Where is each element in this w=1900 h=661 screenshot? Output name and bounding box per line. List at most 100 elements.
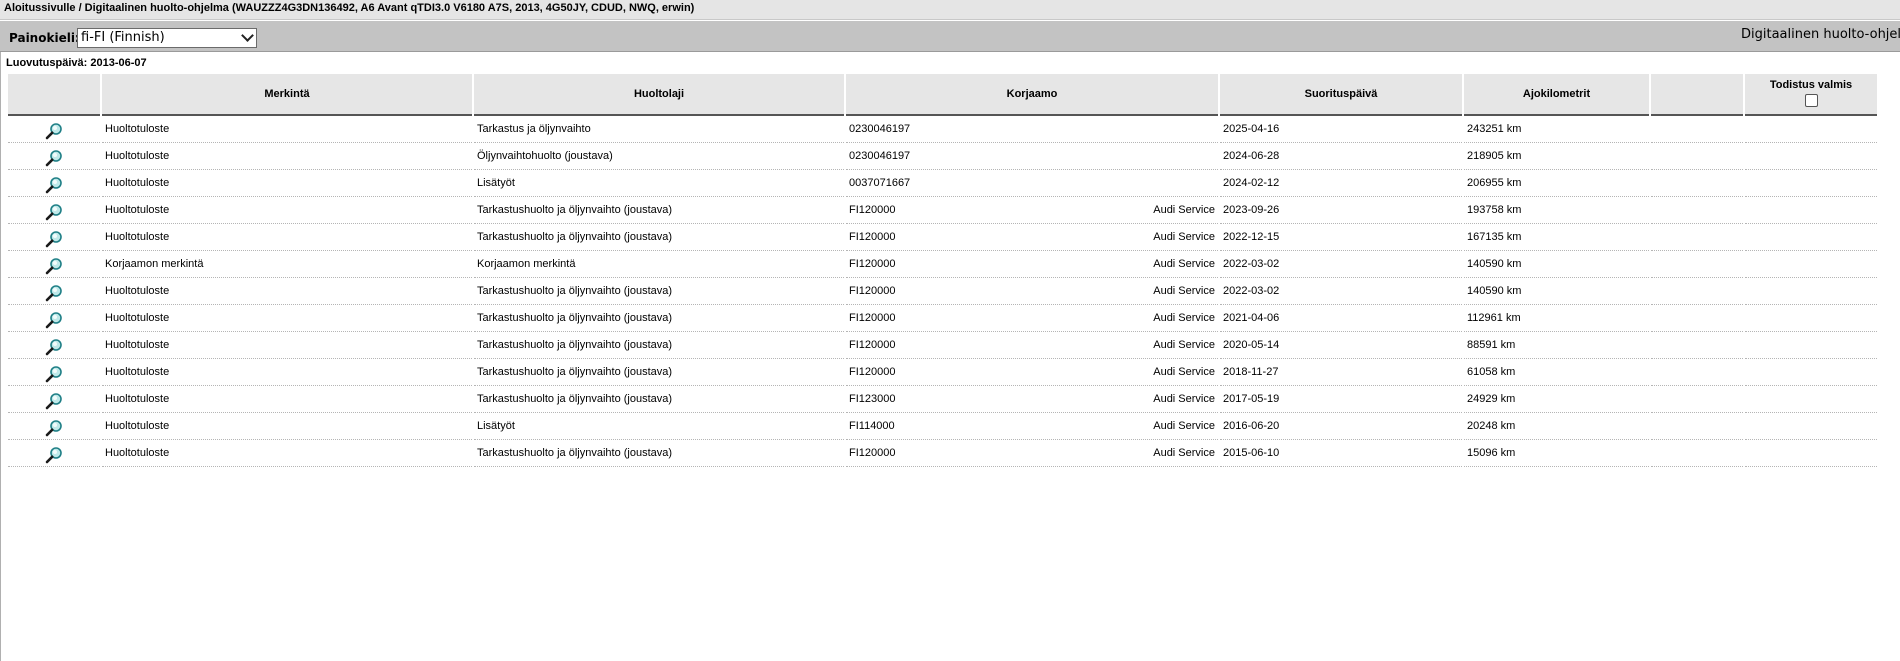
header-suorituspaiva[interactable]: Suorituspäivä xyxy=(1220,74,1462,116)
magnifier-icon[interactable] xyxy=(45,392,63,410)
cell-ajokilometrit: 206955 km xyxy=(1464,170,1649,197)
cell-korjaamo: 0230046197 xyxy=(846,143,1218,170)
cell-merkinta: Huoltotuloste xyxy=(102,386,472,413)
cell-huoltolaji: Tarkastushuolto ja öljynvaihto (joustava… xyxy=(474,197,844,224)
cell-ajokilometrit: 61058 km xyxy=(1464,359,1649,386)
magnifier-icon[interactable] xyxy=(45,203,63,221)
magnifier-icon[interactable] xyxy=(45,257,63,275)
todistus-valmis-checkbox[interactable] xyxy=(1804,93,1818,107)
magnifier-icon[interactable] xyxy=(45,365,63,383)
header-ajokilometrit[interactable]: Ajokilometrit xyxy=(1464,74,1649,116)
cell-korjaamo: FI120000 Audi Service xyxy=(846,251,1218,278)
cell-suorituspaiva: 2022-03-02 xyxy=(1220,251,1462,278)
cell-empty xyxy=(1651,224,1743,251)
cell-empty xyxy=(1651,359,1743,386)
table-row[interactable]: Korjaamon merkintä Korjaamon merkintä FI12… xyxy=(8,251,1877,278)
table-row[interactable]: Huoltotuloste Tarkastushuolto ja öljynvai… xyxy=(8,359,1877,386)
cell-suorituspaiva: 2024-06-28 xyxy=(1220,143,1462,170)
cell-empty xyxy=(1651,170,1743,197)
table-row[interactable]: Huoltotuloste Tarkastushuolto ja öljynvai… xyxy=(8,440,1877,467)
cell-korjaamo: FI123000 Audi Service xyxy=(846,386,1218,413)
cell-merkinta: Huoltotuloste xyxy=(102,278,472,305)
magnifier-icon[interactable] xyxy=(45,284,63,302)
table-row[interactable]: Huoltotuloste Tarkastushuolto ja öljynvai… xyxy=(8,332,1877,359)
breadcrumb-text[interactable]: Aloitussivulle / Digitaalinen huolto-ohj… xyxy=(4,2,694,14)
table-row[interactable]: Huoltotuloste Öljynvaihtohuolto (joustava… xyxy=(8,143,1877,170)
magnifier-icon[interactable] xyxy=(45,149,63,167)
cell-ajokilometrit: 20248 km xyxy=(1464,413,1649,440)
magnifier-icon[interactable] xyxy=(45,176,63,194)
table-row[interactable]: Huoltotuloste Tarkastushuolto ja öljynvai… xyxy=(8,305,1877,332)
korjaamo-name: Audi Service xyxy=(1153,204,1215,216)
korjaamo-name: Audi Service xyxy=(1153,258,1215,270)
view-cell xyxy=(8,440,100,467)
korjaamo-name: Audi Service xyxy=(1153,420,1215,432)
cell-huoltolaji: Lisätyöt xyxy=(474,413,844,440)
view-cell xyxy=(8,251,100,278)
language-select-value: fi-FI (Finnish) xyxy=(81,30,165,45)
cell-todistus xyxy=(1745,170,1877,197)
table-row[interactable]: Huoltotuloste Lisätyöt 0037071667 2024-02-1… xyxy=(8,170,1877,197)
cell-suorituspaiva: 2018-11-27 xyxy=(1220,359,1462,386)
korjaamo-name: Audi Service xyxy=(1153,447,1215,459)
cell-korjaamo: FI120000 Audi Service xyxy=(846,197,1218,224)
magnifier-icon[interactable] xyxy=(45,122,63,140)
korjaamo-code: FI120000 xyxy=(849,204,896,216)
cell-empty xyxy=(1651,413,1743,440)
korjaamo-code: FI123000 xyxy=(849,393,896,405)
cell-todistus xyxy=(1745,332,1877,359)
table-row[interactable]: Huoltotuloste Tarkastus ja öljynvaihto 023… xyxy=(8,116,1877,143)
magnifier-icon[interactable] xyxy=(45,338,63,356)
table-row[interactable]: Huoltotuloste Lisätyöt FI114000 Audi Servic… xyxy=(8,413,1877,440)
korjaamo-code: FI120000 xyxy=(849,312,896,324)
cell-huoltolaji: Tarkastus ja öljynvaihto xyxy=(474,116,844,143)
language-select[interactable]: fi-FI (Finnish) xyxy=(77,28,257,48)
cell-merkinta: Huoltotuloste xyxy=(102,224,472,251)
cell-suorituspaiva: 2024-02-12 xyxy=(1220,170,1462,197)
cell-merkinta: Huoltotuloste xyxy=(102,359,472,386)
table-row[interactable]: Huoltotuloste Tarkastushuolto ja öljynvai… xyxy=(8,278,1877,305)
cell-ajokilometrit: 218905 km xyxy=(1464,143,1649,170)
cell-empty xyxy=(1651,278,1743,305)
table-row[interactable]: Huoltotuloste Tarkastushuolto ja öljynvai… xyxy=(8,386,1877,413)
table-header-row: Merkintä Huoltolaji Korjaamo Suorituspäi… xyxy=(8,74,1877,116)
cell-merkinta: Huoltotuloste xyxy=(102,305,472,332)
view-cell xyxy=(8,278,100,305)
view-cell xyxy=(8,386,100,413)
cell-huoltolaji: Tarkastushuolto ja öljynvaihto (joustava… xyxy=(474,278,844,305)
header-huoltolaji[interactable]: Huoltolaji xyxy=(474,74,844,116)
cell-ajokilometrit: 15096 km xyxy=(1464,440,1649,467)
cell-suorituspaiva: 2015-06-10 xyxy=(1220,440,1462,467)
korjaamo-code: FI120000 xyxy=(849,339,896,351)
header-todistus-valmis: Todistus valmis xyxy=(1745,74,1877,116)
header-korjaamo[interactable]: Korjaamo xyxy=(846,74,1218,116)
cell-huoltolaji: Tarkastushuolto ja öljynvaihto (joustava… xyxy=(474,332,844,359)
cell-todistus xyxy=(1745,197,1877,224)
view-cell xyxy=(8,332,100,359)
table-row[interactable]: Huoltotuloste Tarkastushuolto ja öljynvai… xyxy=(8,224,1877,251)
view-cell xyxy=(8,197,100,224)
magnifier-icon[interactable] xyxy=(45,446,63,464)
cell-merkinta: Huoltotuloste xyxy=(102,143,472,170)
view-cell xyxy=(8,413,100,440)
magnifier-icon[interactable] xyxy=(45,419,63,437)
table-row[interactable]: Huoltotuloste Tarkastushuolto ja öljynvai… xyxy=(8,197,1877,224)
header-merkinta[interactable]: Merkintä xyxy=(102,74,472,116)
cell-empty xyxy=(1651,143,1743,170)
cell-suorituspaiva: 2017-05-19 xyxy=(1220,386,1462,413)
cell-ajokilometrit: 88591 km xyxy=(1464,332,1649,359)
view-cell xyxy=(8,224,100,251)
korjaamo-code: FI120000 xyxy=(849,258,896,270)
cell-todistus xyxy=(1745,143,1877,170)
cell-ajokilometrit: 193758 km xyxy=(1464,197,1649,224)
cell-suorituspaiva: 2025-04-16 xyxy=(1220,116,1462,143)
magnifier-icon[interactable] xyxy=(45,311,63,329)
header-view xyxy=(8,74,100,116)
korjaamo-code: FI114000 xyxy=(849,420,895,432)
korjaamo-name: Audi Service xyxy=(1153,312,1215,324)
cell-huoltolaji: Korjaamon merkintä xyxy=(474,251,844,278)
magnifier-icon[interactable] xyxy=(45,230,63,248)
header-empty xyxy=(1651,74,1743,116)
cell-todistus xyxy=(1745,305,1877,332)
cell-todistus xyxy=(1745,413,1877,440)
